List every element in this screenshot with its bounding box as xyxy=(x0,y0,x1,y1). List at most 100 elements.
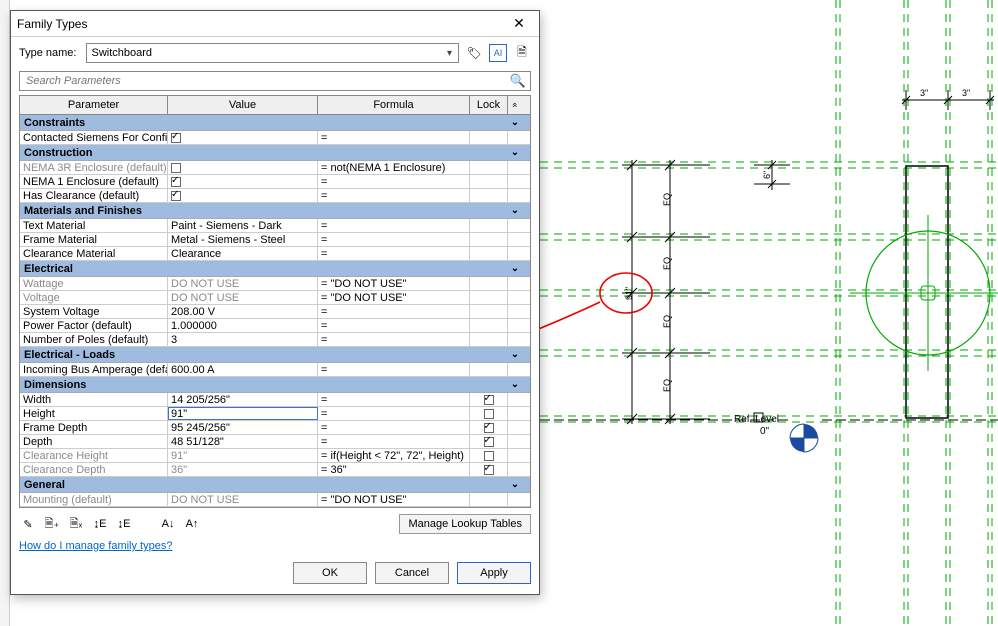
type-name-combo[interactable]: Switchboard xyxy=(86,43,459,63)
param-formula[interactable]: = xyxy=(318,393,470,406)
param-name[interactable]: Depth xyxy=(20,435,168,448)
param-row[interactable]: Depth48 51/128"= xyxy=(20,435,530,449)
param-formula[interactable]: = 36" xyxy=(318,463,470,476)
param-value[interactable]: 600.00 A xyxy=(168,363,318,376)
param-value[interactable] xyxy=(168,189,318,202)
param-value[interactable]: 3 xyxy=(168,333,318,346)
param-name[interactable]: Text Material xyxy=(20,219,168,232)
cancel-button[interactable]: Cancel xyxy=(375,562,449,584)
param-lock[interactable] xyxy=(470,291,508,304)
move-up-icon[interactable]: ↨E xyxy=(91,515,109,533)
param-name[interactable]: Width xyxy=(20,393,168,406)
collapse-icon[interactable]: ⌄ xyxy=(508,147,522,158)
param-row[interactable]: Clearance MaterialClearance= xyxy=(20,247,530,261)
param-formula[interactable]: = xyxy=(318,219,470,232)
param-formula[interactable]: = xyxy=(318,233,470,246)
param-lock[interactable] xyxy=(470,463,508,476)
param-lock[interactable] xyxy=(470,319,508,332)
param-row[interactable]: Number of Poles (default)3= xyxy=(20,333,530,347)
param-lock[interactable] xyxy=(470,161,508,174)
param-lock[interactable] xyxy=(470,247,508,260)
param-row[interactable]: NEMA 3R Enclosure (default)= not(NEMA 1 … xyxy=(20,161,530,175)
new-type-icon[interactable]: 🗎 xyxy=(513,44,531,62)
ok-button[interactable]: OK xyxy=(293,562,367,584)
collapse-icon[interactable]: ⌄ xyxy=(508,205,522,216)
checkbox[interactable] xyxy=(171,163,181,173)
sort-asc-icon[interactable]: A↓ xyxy=(159,515,177,533)
move-down-icon[interactable]: ↨E xyxy=(115,515,133,533)
section-header[interactable]: Materials and Finishes⌄ xyxy=(20,203,530,219)
param-name[interactable]: Clearance Material xyxy=(20,247,168,260)
param-value[interactable] xyxy=(168,161,318,174)
param-row[interactable]: Mounting (default)DO NOT USE= "DO NOT US… xyxy=(20,493,530,507)
param-row[interactable]: Width14 205/256"= xyxy=(20,393,530,407)
param-row[interactable]: WattageDO NOT USE= "DO NOT USE" xyxy=(20,277,530,291)
param-lock[interactable] xyxy=(470,219,508,232)
lock-checkbox[interactable] xyxy=(484,409,494,419)
param-name[interactable]: Mounting (default) xyxy=(20,493,168,506)
param-formula[interactable]: = not(NEMA 1 Enclosure) xyxy=(318,161,470,174)
param-row[interactable]: Height91"= xyxy=(20,407,530,421)
param-formula[interactable]: = xyxy=(318,333,470,346)
param-formula[interactable]: = if(Height < 72", 72", Height) xyxy=(318,449,470,462)
param-name[interactable]: Has Clearance (default) xyxy=(20,189,168,202)
lock-checkbox[interactable] xyxy=(484,423,494,433)
checkbox[interactable] xyxy=(171,191,181,201)
param-value[interactable] xyxy=(168,175,318,188)
param-row[interactable]: System Voltage208.00 V= xyxy=(20,305,530,319)
param-lock[interactable] xyxy=(470,131,508,144)
lock-checkbox[interactable] xyxy=(484,465,494,475)
param-row[interactable]: Contacted Siemens For Configurati= xyxy=(20,131,530,145)
param-value[interactable]: Clearance xyxy=(168,247,318,260)
section-header[interactable]: Dimensions⌄ xyxy=(20,377,530,393)
collapse-icon[interactable]: ⌄ xyxy=(508,117,522,128)
section-header[interactable]: Construction⌄ xyxy=(20,145,530,161)
param-lock[interactable] xyxy=(470,421,508,434)
param-lock[interactable] xyxy=(470,449,508,462)
param-lock[interactable] xyxy=(470,363,508,376)
param-name[interactable]: NEMA 1 Enclosure (default) xyxy=(20,175,168,188)
param-lock[interactable] xyxy=(470,175,508,188)
lock-checkbox[interactable] xyxy=(484,437,494,447)
param-name[interactable]: Clearance Height xyxy=(20,449,168,462)
param-value[interactable]: 14 205/256" xyxy=(168,393,318,406)
header-lock[interactable]: Lock xyxy=(470,96,508,114)
param-value[interactable]: 208.00 V xyxy=(168,305,318,318)
new-param-icon[interactable]: 🗎₊ xyxy=(43,515,61,533)
section-header[interactable]: Electrical - Loads⌄ xyxy=(20,347,530,363)
param-name[interactable]: Clearance Depth xyxy=(20,463,168,476)
param-row[interactable]: Incoming Bus Amperage (default)600.00 A= xyxy=(20,363,530,377)
param-value[interactable]: 91" xyxy=(168,449,318,462)
checkbox[interactable] xyxy=(171,133,181,143)
collapse-icon[interactable]: ⌄ xyxy=(508,479,522,490)
param-name[interactable]: Number of Poles (default) xyxy=(20,333,168,346)
param-value[interactable]: Paint - Siemens - Dark xyxy=(168,219,318,232)
param-formula[interactable]: = xyxy=(318,435,470,448)
param-value[interactable]: DO NOT USE xyxy=(168,291,318,304)
param-row[interactable]: Clearance Height91"= if(Height < 72", 72… xyxy=(20,449,530,463)
param-name[interactable]: System Voltage xyxy=(20,305,168,318)
param-row[interactable]: VoltageDO NOT USE= "DO NOT USE" xyxy=(20,291,530,305)
param-name[interactable]: Frame Material xyxy=(20,233,168,246)
param-formula[interactable]: = "DO NOT USE" xyxy=(318,493,470,506)
param-lock[interactable] xyxy=(470,493,508,506)
param-formula[interactable]: = xyxy=(318,363,470,376)
param-value[interactable]: DO NOT USE xyxy=(168,493,318,506)
param-row[interactable]: Has Clearance (default)= xyxy=(20,189,530,203)
param-formula[interactable]: = xyxy=(318,319,470,332)
param-lock[interactable] xyxy=(470,189,508,202)
collapse-icon[interactable]: ⌄ xyxy=(508,263,522,274)
param-name[interactable]: Height xyxy=(20,407,168,420)
header-value[interactable]: Value xyxy=(168,96,318,114)
checkbox[interactable] xyxy=(171,177,181,187)
close-icon[interactable]: ✕ xyxy=(505,15,533,32)
section-header[interactable]: Constraints⌄ xyxy=(20,115,530,131)
param-name[interactable]: Frame Depth xyxy=(20,421,168,434)
help-link[interactable]: How do I manage family types? xyxy=(19,540,172,552)
param-value[interactable]: Metal - Siemens - Steel xyxy=(168,233,318,246)
param-lock[interactable] xyxy=(470,333,508,346)
sort-desc-icon[interactable]: A↑ xyxy=(183,515,201,533)
param-lock[interactable] xyxy=(470,435,508,448)
manage-lookup-tables-button[interactable]: Manage Lookup Tables xyxy=(399,514,531,534)
lock-checkbox[interactable] xyxy=(484,395,494,405)
